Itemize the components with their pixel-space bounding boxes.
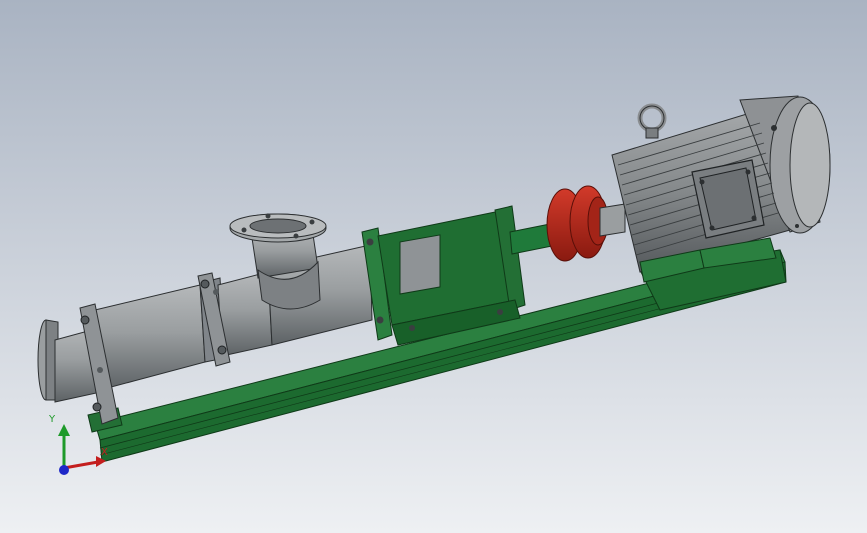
model-view[interactable] [0, 0, 867, 533]
z-axis-marker [59, 465, 69, 475]
x-axis-label: X [101, 447, 108, 458]
y-axis-label: Y [49, 414, 56, 425]
x-axis-arrow [63, 460, 99, 470]
y-axis-arrowhead [58, 424, 70, 436]
graphics-viewport[interactable]: Y X [0, 0, 867, 533]
